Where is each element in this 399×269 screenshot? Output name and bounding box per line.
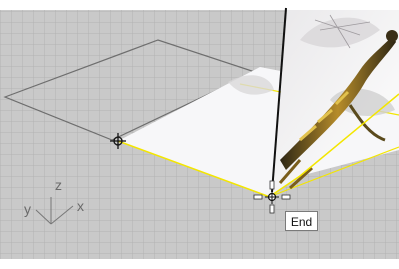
- viewport-canvas[interactable]: [0, 0, 399, 269]
- z-axis-label: z: [55, 177, 62, 193]
- viewport-border: [0, 259, 399, 269]
- x-axis-label: x: [77, 198, 84, 214]
- y-axis-label: y: [24, 201, 31, 217]
- osnap-tooltip: End: [285, 211, 318, 231]
- perspective-viewport[interactable]: z y x End: [0, 0, 399, 269]
